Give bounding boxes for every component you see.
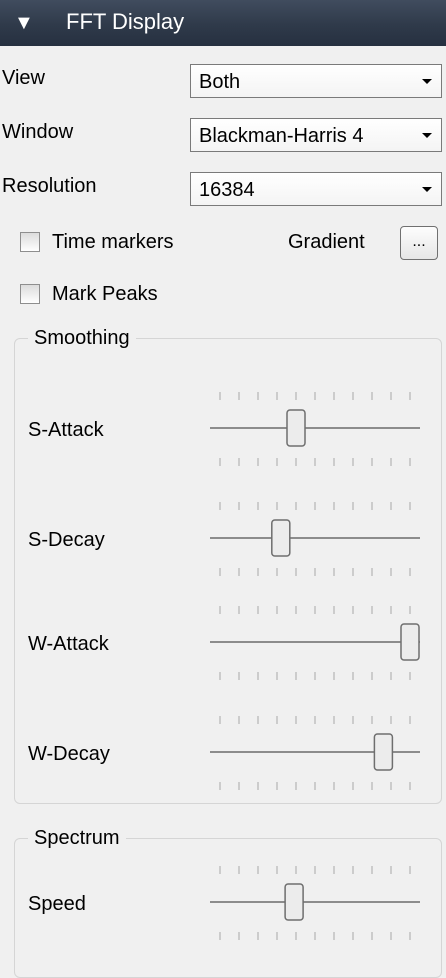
time-markers-label: Time markers [52,231,174,253]
slider-thumb[interactable] [284,883,304,921]
slider-thumb[interactable] [373,733,394,771]
slider-thumb[interactable] [286,409,306,447]
resolution-select-value: 16384 [199,179,255,201]
w-decay-slider[interactable] [200,714,430,794]
resolution-select[interactable]: 16384 [190,172,442,206]
view-label: View [2,67,45,89]
speed-slider[interactable] [200,864,430,944]
s-decay-label: S-Decay [28,529,105,551]
panel-title: FFT Display [66,9,185,34]
chevron-down-icon [422,187,432,192]
w-attack-slider[interactable] [200,604,430,684]
gradient-label: Gradient [288,231,365,253]
spectrum-title: Spectrum [28,826,126,850]
window-select-value: Blackman-Harris 4 [199,125,364,147]
slider-thumb[interactable] [271,519,291,557]
speed-label: Speed [28,893,86,915]
view-select[interactable]: Both [190,64,442,98]
s-decay-slider[interactable] [200,500,430,580]
slider-thumb[interactable] [400,623,420,661]
s-attack-slider[interactable] [200,390,430,470]
chevron-down-icon [422,79,432,84]
s-attack-label: S-Attack [28,419,104,441]
time-markers-checkbox[interactable] [20,232,40,252]
window-select[interactable]: Blackman-Harris 4 [190,118,442,152]
gradient-button[interactable]: ... [400,226,438,260]
window-label: Window [2,121,74,143]
view-select-value: Both [199,71,241,93]
w-decay-label: W-Decay [28,743,110,765]
smoothing-title: Smoothing [28,326,136,350]
resolution-label: Resolution [2,175,97,197]
w-attack-label: W-Attack [28,633,109,655]
mark-peaks-checkbox[interactable] [20,284,40,304]
chevron-down-icon [422,133,432,138]
triangle-down-icon[interactable]: ▼ [14,12,34,34]
mark-peaks-label: Mark Peaks [52,283,158,305]
fft-display-header[interactable]: ▼ FFT Display [0,0,446,46]
